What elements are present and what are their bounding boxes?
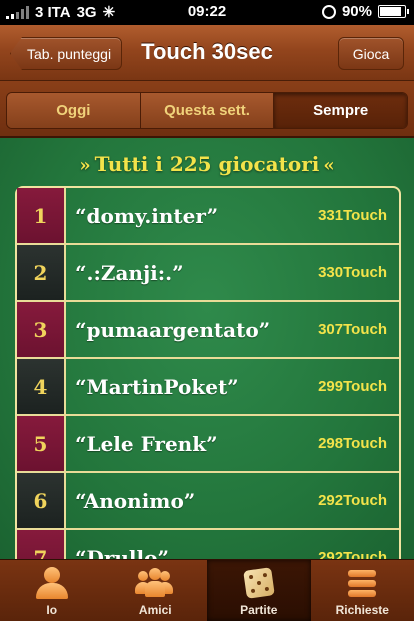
dice-icon (239, 565, 279, 601)
player-name: “MartinPoket” (75, 374, 239, 399)
rank-number: 1 (17, 188, 66, 243)
player-score: 292Touch (318, 492, 387, 509)
leaderboards-back-button[interactable]: Tab. punteggi (10, 37, 123, 70)
battery-percent: 90% (341, 3, 372, 20)
player-score: 330Touch (318, 264, 387, 281)
time-filter-segmented-control: Oggi Questa sett. Sempre (6, 92, 408, 129)
player-name: “pumaargentato” (75, 317, 271, 342)
player-name: “Anonimo” (75, 488, 196, 513)
player-name: “.:Zanji:.” (75, 260, 184, 285)
friends-icon (135, 565, 175, 601)
tab-label: Partite (240, 603, 278, 617)
leaderboard-header-text: Tutti i 225 giocatori (94, 152, 320, 176)
rank-number: 7 (17, 530, 66, 559)
tab-io[interactable]: Io (0, 560, 104, 621)
segment-all-time[interactable]: Sempre (274, 93, 407, 128)
player-score: 292Touch (318, 549, 387, 559)
tab-amici[interactable]: Amici (104, 560, 208, 621)
leaderboard-table: 1 “domy.inter” 331Touch 2 “.:Zanji:.” 330Touc… (15, 186, 401, 559)
tab-label: Richieste (335, 603, 389, 617)
status-right: 90% (321, 3, 409, 20)
rotation-lock-icon (321, 4, 336, 19)
leaderboard-row[interactable]: 1 “domy.inter” 331Touch (17, 188, 399, 245)
leaderboard-row[interactable]: 7 “Drullo” 292Touch (17, 530, 399, 559)
person-icon (32, 565, 72, 601)
leaderboard-row[interactable]: 2 “.:Zanji:.” 330Touch (17, 245, 399, 302)
player-score: 299Touch (318, 378, 387, 395)
time-filter-bar: Oggi Questa sett. Sempre (0, 81, 414, 138)
double-chevron-left-icon: « (323, 155, 335, 176)
leaderboard-row[interactable]: 5 “Lele Frenk” 298Touch (17, 416, 399, 473)
rank-number: 2 (17, 245, 66, 300)
carrier-label: 3 ITA (35, 3, 71, 21)
leaderboard-row[interactable]: 4 “MartinPoket” 299Touch (17, 359, 399, 416)
player-score: 331Touch (318, 207, 387, 224)
status-left: 3 ITA 3G ✳ (6, 3, 115, 21)
segment-today[interactable]: Oggi (7, 93, 141, 128)
activity-icon: ✳ (102, 4, 116, 21)
leaderboard-area: » Tutti i 225 giocatori « 1 “domy.inter” 331… (0, 138, 414, 559)
rank-number: 3 (17, 302, 66, 357)
navigation-bar: Tab. punteggi Touch 30sec Gioca (0, 25, 414, 81)
rank-number: 6 (17, 473, 66, 528)
rank-number: 5 (17, 416, 66, 471)
tab-partite[interactable]: Partite (207, 560, 311, 621)
leaderboard-row[interactable]: 3 “pumaargentato” 307Touch (17, 302, 399, 359)
double-chevron-right-icon: » (79, 155, 91, 176)
player-name: “Lele Frenk” (75, 431, 218, 456)
tab-label: Amici (138, 603, 172, 617)
status-bar: 3 ITA 3G ✳ 09:22 90% (0, 0, 414, 25)
requests-icon (342, 565, 382, 601)
leaderboard-header: » Tutti i 225 giocatori « (0, 152, 414, 176)
segment-this-week[interactable]: Questa sett. (140, 93, 275, 128)
battery-icon (378, 5, 409, 18)
tab-bar: Io Amici Partite Richieste (0, 559, 414, 621)
signal-icon (6, 5, 29, 19)
leaderboard-row[interactable]: 6 “Anonimo” 292Touch (17, 473, 399, 530)
player-score: 298Touch (318, 435, 387, 452)
network-label: 3G (76, 3, 97, 21)
player-name: “Drullo” (75, 545, 169, 560)
rank-number: 4 (17, 359, 66, 414)
tab-richieste[interactable]: Richieste (311, 560, 414, 621)
player-name: “domy.inter” (75, 203, 219, 228)
tab-label: Io (46, 603, 58, 617)
battery-level-fill (380, 7, 401, 16)
player-score: 307Touch (318, 321, 387, 338)
play-button[interactable]: Gioca (338, 37, 404, 70)
